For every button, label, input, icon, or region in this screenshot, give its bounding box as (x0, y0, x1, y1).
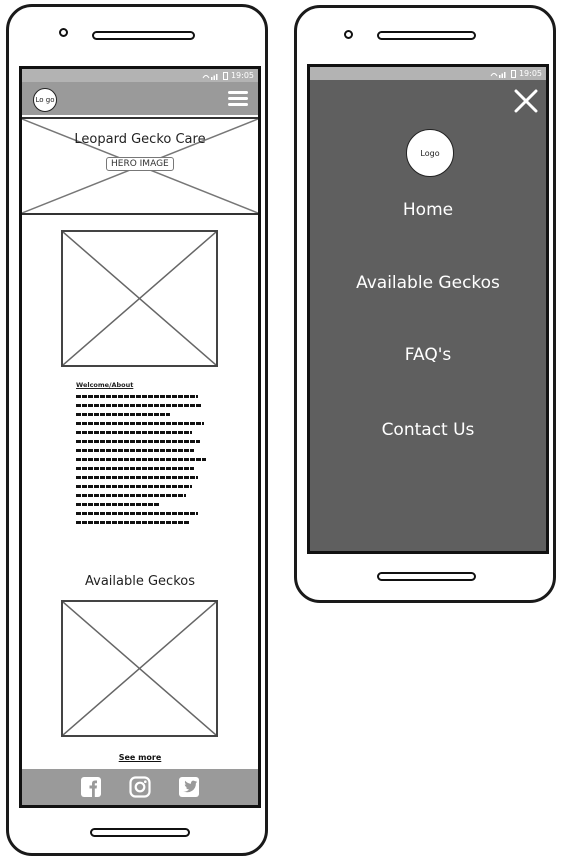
menu-logo[interactable]: Logo (406, 129, 454, 177)
facebook-icon[interactable] (80, 776, 102, 798)
hamburger-menu-icon[interactable] (228, 91, 248, 107)
phone-menu-wireframe: 19:05 Logo Home Available Geckos FAQ's C… (294, 5, 556, 603)
home-screen: 19:05 Lo go Leopard Gecko Care HERO IMAG… (19, 66, 261, 808)
bottom-speaker (90, 828, 190, 837)
status-time: 19:05 (230, 71, 254, 80)
hero-image-placeholder: Leopard Gecko Care HERO IMAGE (22, 117, 258, 215)
menu-item-available-geckos[interactable]: Available Geckos (310, 273, 546, 293)
menu-item-home[interactable]: Home (310, 200, 546, 220)
battery-icon (510, 69, 516, 78)
about-image-placeholder (61, 230, 218, 367)
menu-overlay: Logo Home Available Geckos FAQ's Contact… (310, 80, 546, 551)
phone-home-wireframe: 19:05 Lo go Leopard Gecko Care HERO IMAG… (6, 4, 268, 856)
camera-lens (344, 30, 353, 39)
footer (22, 769, 258, 805)
menu-item-contact-us[interactable]: Contact Us (310, 420, 546, 440)
menu-screen: 19:05 Logo Home Available Geckos FAQ's C… (307, 64, 549, 554)
camera-lens (59, 28, 68, 37)
see-more-link[interactable]: See more (22, 753, 258, 762)
hero-image-label: HERO IMAGE (106, 157, 174, 171)
available-geckos-heading: Available Geckos (85, 574, 195, 589)
signal-icon (202, 73, 218, 80)
signal-icon (490, 71, 506, 78)
placeholder-text-block (76, 395, 206, 530)
bottom-speaker (377, 572, 476, 581)
twitter-icon[interactable] (178, 776, 200, 798)
nav-logo[interactable]: Lo go (33, 88, 57, 112)
image-placeholder-cross (63, 602, 216, 735)
top-speaker (92, 31, 195, 40)
status-bar: 19:05 (22, 69, 258, 82)
battery-icon (222, 71, 228, 80)
close-icon[interactable] (514, 89, 538, 113)
gecko-image-placeholder (61, 600, 218, 737)
image-placeholder-cross (63, 232, 216, 365)
status-time: 19:05 (518, 69, 542, 78)
hero-title: Leopard Gecko Care (74, 132, 206, 147)
navbar: Lo go (22, 82, 258, 115)
top-speaker (377, 31, 476, 40)
instagram-icon[interactable] (129, 776, 151, 798)
about-heading: Welcome/About (76, 381, 134, 389)
status-bar: 19:05 (310, 67, 546, 80)
menu-item-faqs[interactable]: FAQ's (310, 345, 546, 365)
